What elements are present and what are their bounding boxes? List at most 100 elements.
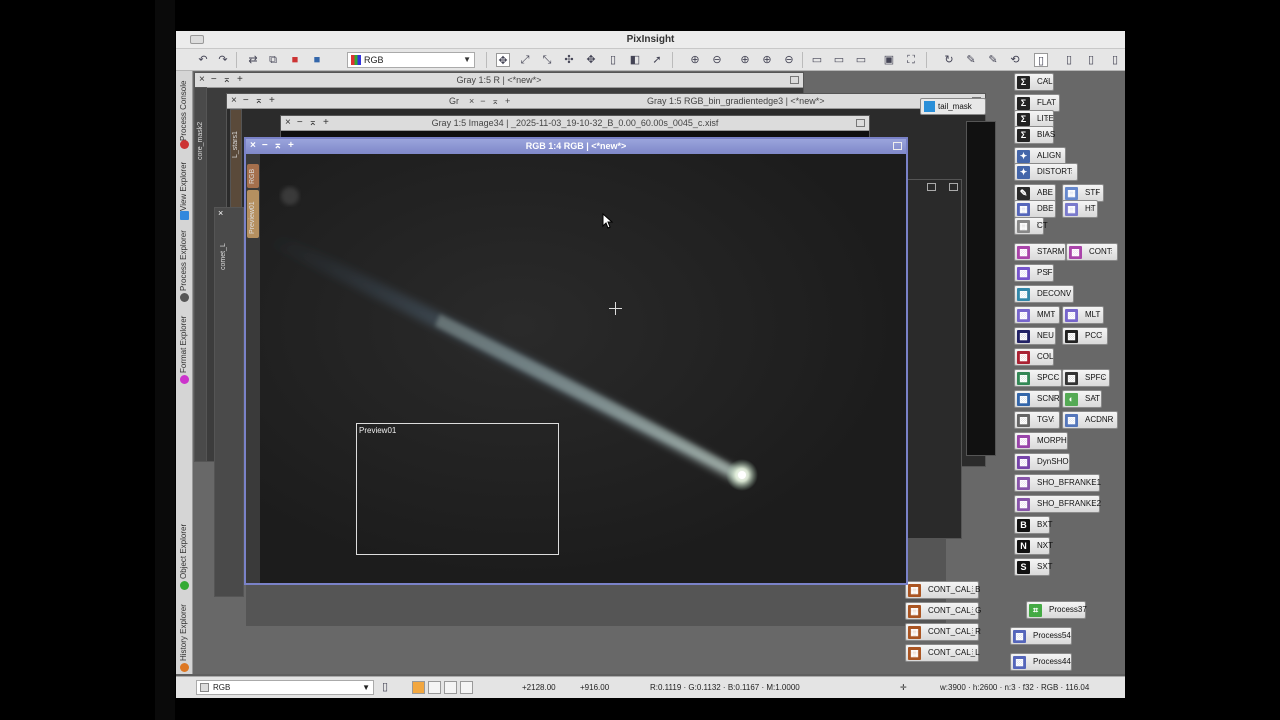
channel-swatch[interactable] — [444, 681, 457, 694]
process-icon-sat[interactable]: ◐ SAT ⋮ — [1062, 390, 1102, 408]
view-tab-comet-l[interactable]: comet_L — [220, 243, 227, 270]
mask-invert-icon[interactable]: ▯ — [1084, 53, 1098, 67]
process-icon-cont_cal_l[interactable]: ▦ CONT_CAL_L ⋮ — [905, 644, 980, 662]
mask-icon[interactable]: ■ — [288, 53, 302, 67]
process-icon-mmt[interactable]: ▩ MMT ⋮ — [1014, 306, 1060, 324]
process-icon-ht[interactable]: ▦ HT ⋮ — [1062, 200, 1098, 218]
swap-icon[interactable]: ⇄ — [246, 53, 260, 67]
process-icon-spcc[interactable]: ▩ SPCC ⋮ — [1014, 369, 1062, 387]
process-icon-scnr[interactable]: ▩ SCNR ⋮ — [1014, 390, 1060, 408]
tab-process-explorer[interactable]: Process Explorer — [176, 225, 193, 305]
process-icon-psf[interactable]: ▩ PSF ⋮ — [1014, 264, 1054, 282]
tab-process-console[interactable]: Process Console — [176, 71, 193, 151]
stf-auto-icon[interactable]: ✎ — [986, 53, 1000, 67]
dynamic-icon[interactable]: ▯ — [606, 53, 620, 67]
channel-swatch[interactable] — [428, 681, 441, 694]
view-tab-rgb[interactable]: RGB — [247, 164, 259, 188]
maximize-icon[interactable] — [927, 183, 936, 191]
window-controls[interactable]: ×−⌅+ — [285, 116, 335, 130]
process-icon-col[interactable]: ▩ COL ⋮ — [1014, 348, 1054, 366]
process-icon-pcc[interactable]: ▩ PCC ⋮ — [1062, 327, 1108, 345]
zoom-3-icon[interactable]: ⊖ — [782, 53, 796, 67]
active-image-window[interactable]: ×−⌅+ RGB 1:4 RGB | <*new*> RGB Preview01 — [244, 137, 908, 585]
process-icon-cont[interactable]: ▩ CONT ⋮ — [1066, 243, 1118, 261]
tile-icon[interactable]: ▭ — [810, 53, 824, 67]
fit-view-icon[interactable]: ⤢ — [518, 53, 532, 67]
zoom-2-icon[interactable]: ⊕ — [760, 53, 774, 67]
stf-boost-icon[interactable]: ✎ — [964, 53, 978, 67]
process-icon-morph[interactable]: ▩ MORPH ⋮ — [1014, 432, 1068, 450]
tab-history-explorer[interactable]: History Explorer — [176, 593, 193, 673]
pan-mode-icon[interactable]: ✥ — [496, 53, 510, 67]
process-icon-process54[interactable]: ▩ Process54 ⋮ — [1010, 627, 1072, 645]
process-icon-spfc[interactable]: ▩ SPFC ⋮ — [1062, 369, 1110, 387]
window-controls[interactable]: ×−⌅+ — [199, 73, 249, 87]
active-window-titlebar[interactable]: ×−⌅+ RGB 1:4 RGB | <*new*> — [246, 139, 906, 154]
process-icon-dynsho[interactable]: ▩ DynSHO ⋮ — [1014, 453, 1070, 471]
channel-swatch-active[interactable] — [412, 681, 425, 694]
pointer-icon[interactable]: ➚ — [650, 53, 664, 67]
maximize-icon[interactable] — [949, 183, 958, 191]
window-controls[interactable]: ×−⌅+ — [231, 94, 281, 108]
window-icon[interactable]: ▭ — [854, 53, 868, 67]
process-icon-bxt[interactable]: B BXT ⋮ — [1014, 516, 1053, 534]
tab-object-explorer[interactable]: Object Explorer — [176, 511, 193, 591]
process-icon-nxt[interactable]: N NXT ⋮ — [1014, 537, 1053, 555]
process-icon-acdnr[interactable]: ▩ ACDNR ⋮ — [1062, 411, 1118, 429]
mask-extra-icon[interactable]: ▯ — [1108, 53, 1122, 67]
maximize-icon[interactable] — [790, 76, 799, 84]
process-icon-process37[interactable]: ⌗ Process37 ⋮ — [1026, 601, 1087, 619]
move-icon[interactable]: ✣ — [562, 53, 576, 67]
layout-icon[interactable]: ▣ — [882, 53, 896, 67]
tab-view-explorer[interactable]: View Explorer — [176, 153, 193, 223]
maximize-icon[interactable] — [856, 119, 865, 127]
cascade-icon[interactable]: ▭ — [832, 53, 846, 67]
view-tab-preview01[interactable]: Preview01 — [247, 190, 259, 238]
process-icon-dbe[interactable]: ▦ DBE ⋮ — [1014, 200, 1056, 218]
process-icon-cal[interactable]: Σ CAL ⋮ — [1014, 73, 1054, 91]
process-icon-sxt[interactable]: S SXT ⋮ — [1014, 558, 1053, 576]
process-icon-neu[interactable]: ▩ NEU ⋮ — [1014, 327, 1056, 345]
image-window-title[interactable]: ×−⌅+ Gray 1:5 Image34 | _2025-11-03_19-1… — [281, 116, 869, 131]
process-icon-process44[interactable]: ▩ Process44 ⋮ — [1010, 653, 1072, 671]
center-icon[interactable]: ✥ — [584, 53, 598, 67]
channel-swatch[interactable] — [460, 681, 473, 694]
process-icon-sho_bfranke1[interactable]: ▩ SHO_BFRANKE1 ⋮ — [1014, 474, 1101, 492]
view-selector[interactable]: RGB ▼ — [347, 52, 475, 68]
process-icon-deconv[interactable]: ▩ DECONV ⋮ — [1014, 285, 1074, 303]
mask-show-icon[interactable]: ▯ — [1062, 53, 1076, 67]
process-icon-cont_cal_b[interactable]: ▦ CONT_CAL_B ⋮ — [905, 581, 980, 599]
tab-format-explorer[interactable]: Format Explorer — [176, 307, 193, 387]
image-window-title[interactable]: ×−⌅+ Gray 1:5 R | <*new*> — [195, 73, 803, 88]
process-icon-sho_bfranke2[interactable]: ▩ SHO_BFRANKE2 ⋮ — [1014, 495, 1101, 513]
process-icon-cont_cal_r[interactable]: ▦ CONT_CAL_R ⋮ — [905, 623, 981, 641]
zoom-fit-icon[interactable]: ⤡ — [540, 53, 554, 67]
status-view-selector[interactable]: RGB ▼ — [196, 680, 374, 695]
lock-icon[interactable]: ▯ — [378, 680, 392, 694]
preview-icon[interactable]: ◧ — [628, 53, 642, 67]
mask-toggle-icon[interactable]: ▯ — [1034, 53, 1048, 67]
redo-icon[interactable]: ↷ — [216, 53, 230, 67]
preview-rectangle[interactable]: Preview01 — [356, 423, 559, 555]
window-controls-2[interactable]: ×−⌅+ — [469, 94, 516, 108]
zoom-in-icon[interactable]: ⊕ — [688, 53, 702, 67]
maximize-icon[interactable] — [893, 142, 902, 150]
color-icon[interactable]: ■ — [310, 53, 324, 67]
view-tab-core-mask2[interactable]: core_mask2 — [197, 122, 204, 160]
process-icon-starm[interactable]: ▩ STARM ⋮ — [1014, 243, 1066, 261]
close-icon[interactable]: × — [218, 208, 223, 218]
stf-link-icon[interactable]: ↻ — [942, 53, 956, 67]
process-icon-bias[interactable]: Σ BIAS ⋮ — [1014, 126, 1055, 144]
process-icon-mlt[interactable]: ▩ MLT ⋮ — [1062, 306, 1104, 324]
process-icon-ct[interactable]: ▦ CT ⋮ — [1014, 217, 1048, 235]
process-icon-cont_cal_g[interactable]: ▦ CONT_CAL_G ⋮ — [905, 602, 981, 620]
undo-icon[interactable]: ↶ — [196, 53, 210, 67]
tail-mask-image-icon[interactable]: tail_mask — [920, 98, 986, 115]
duplicate-icon[interactable]: ⧉ — [266, 53, 280, 67]
zoom-out-icon[interactable]: ⊖ — [710, 53, 724, 67]
image-window-comet-l[interactable]: × comet_L — [214, 207, 244, 597]
window-controls[interactable]: ×−⌅+ — [250, 139, 300, 153]
process-icon-distort[interactable]: ✦ DISTORT ⋮ — [1014, 163, 1078, 181]
image-canvas[interactable]: Preview01 — [260, 154, 906, 583]
image-window-title[interactable]: ×−⌅+ Gr ×−⌅+ Gray 1:5 RGB_bin_gradiented… — [227, 94, 985, 109]
